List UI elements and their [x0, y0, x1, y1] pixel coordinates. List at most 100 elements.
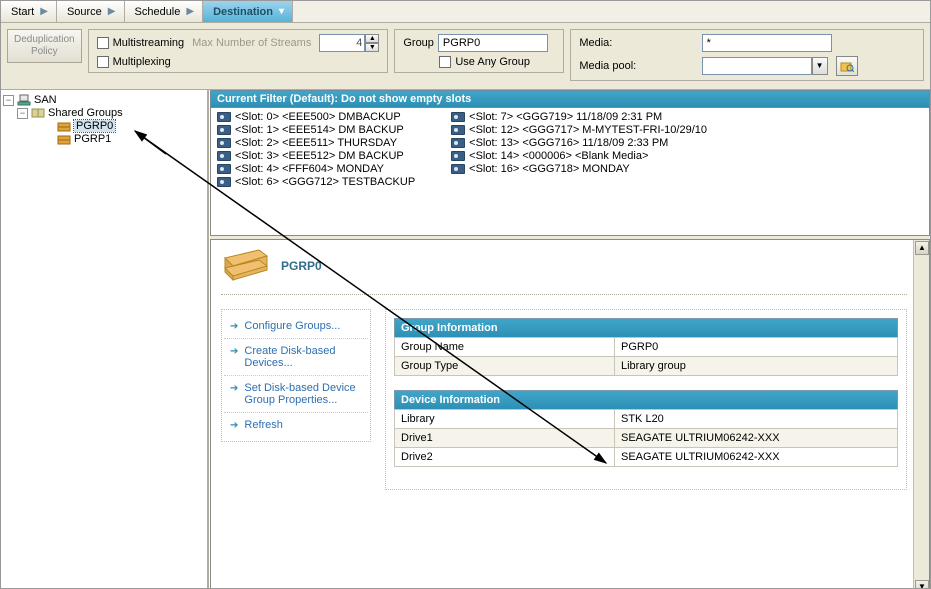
multiplexing-checkbox[interactable]	[97, 56, 109, 68]
folder-search-icon	[840, 59, 854, 73]
slot-item[interactable]: <Slot: 12> <GGG717> M-MYTEST-FRI-10/29/1…	[451, 124, 707, 136]
tape-icon	[217, 151, 231, 161]
table-row: LibrarySTK L20	[395, 410, 898, 429]
media-label: Media:	[579, 37, 693, 49]
collapse-icon[interactable]: −	[3, 95, 14, 106]
app-window: Start ▶ Source▶ Schedule ▶ Destination▾ De…	[0, 0, 931, 589]
button-label: Policy	[14, 46, 75, 58]
device-info-table: LibrarySTK L20 Drive1SEAGATE ULTRIUM0624…	[394, 409, 898, 467]
spin-up-icon[interactable]: ▲	[365, 34, 379, 43]
tape-icon	[217, 138, 231, 148]
slot-item[interactable]: <Slot: 0> <EEE500> DMBACKUP	[217, 111, 415, 123]
body-split: − SAN − Shared Groups PGRP0 PGRP1 Curren…	[1, 90, 930, 589]
link-label: Configure Groups...	[244, 320, 340, 332]
group-info-header: Group Information	[394, 318, 898, 337]
spin-down-icon[interactable]: ▼	[365, 43, 379, 52]
wizard-tabs: Start ▶ Source▶ Schedule ▶ Destination▾	[1, 1, 930, 23]
toolbar: Deduplication Policy Multistreaming Max …	[1, 23, 930, 90]
slot-item[interactable]: <Slot: 2> <EEE511> THURSDAY	[217, 137, 415, 149]
slot-item[interactable]: <Slot: 16> <GGG718> MONDAY	[451, 163, 707, 175]
action-refresh[interactable]: ➔Refresh	[224, 415, 368, 435]
info-tables: Group Information Group NamePGRP0 Group …	[385, 309, 907, 490]
action-configure-groups[interactable]: ➔Configure Groups...	[224, 316, 368, 336]
device-tree[interactable]: − SAN − Shared Groups PGRP0 PGRP1	[1, 90, 209, 589]
slot-item[interactable]: <Slot: 7> <GGG719> 11/18/09 2:31 PM	[451, 111, 707, 123]
slot-label: <Slot: 1> <EEE514> DM BACKUP	[235, 124, 404, 136]
filter-title-rest: Do not show empty slots	[338, 93, 471, 105]
detail-title: PGRP0	[281, 259, 322, 273]
slot-label: <Slot: 3> <EEE512> DM BACKUP	[235, 150, 404, 162]
deduplication-policy-button[interactable]: Deduplication Policy	[7, 29, 82, 63]
tape-icon	[451, 151, 465, 161]
drive-group-icon	[57, 120, 71, 132]
tree-node-shared-groups[interactable]: − Shared Groups	[3, 107, 205, 120]
slot-label: <Slot: 13> <GGG716> 11/18/09 2:33 PM	[469, 137, 668, 149]
tree-label: Shared Groups	[48, 107, 123, 119]
arrow-right-icon: ➔	[230, 346, 238, 357]
slot-label: <Slot: 7> <GGG719> 11/18/09 2:31 PM	[469, 111, 662, 123]
cell-label: Drive2	[395, 448, 615, 467]
mediapool-select[interactable]: ▼	[702, 57, 828, 75]
slot-item[interactable]: <Slot: 3> <EEE512> DM BACKUP	[217, 150, 415, 162]
slot-label: <Slot: 16> <GGG718> MONDAY	[469, 163, 630, 175]
table-row: Group NamePGRP0	[395, 338, 898, 357]
tab-label: Destination	[213, 6, 273, 18]
tree-node-pgrp0[interactable]: PGRP0	[3, 120, 205, 133]
slot-label: <Slot: 12> <GGG717> M-MYTEST-FRI-10/29/1…	[469, 124, 707, 136]
slot-item[interactable]: <Slot: 4> <FFF604> MONDAY	[217, 163, 415, 175]
media-input[interactable]	[702, 34, 832, 52]
drive-group-icon	[57, 133, 71, 145]
multistreaming-checkbox[interactable]	[97, 37, 109, 49]
tab-label: Start	[11, 6, 34, 18]
action-create-disk-devices[interactable]: ➔ Create Disk-based Devices...	[224, 341, 368, 373]
divider	[221, 294, 907, 295]
filter-bar: Current Filter (Default): Do not show em…	[210, 90, 930, 108]
scroll-down-icon[interactable]: ▼	[915, 580, 929, 589]
tape-icon	[217, 125, 231, 135]
group-input[interactable]	[438, 34, 548, 52]
slot-item[interactable]: <Slot: 1> <EEE514> DM BACKUP	[217, 124, 415, 136]
slot-list[interactable]: <Slot: 0> <EEE500> DMBACKUP<Slot: 1> <EE…	[210, 108, 930, 236]
cell-label: Group Type	[395, 357, 615, 376]
tree-node-san[interactable]: − SAN	[3, 94, 205, 107]
slot-label: <Slot: 0> <EEE500> DMBACKUP	[235, 111, 401, 123]
tape-icon	[451, 164, 465, 174]
tape-icon	[451, 138, 465, 148]
link-label: Set Disk-based Device Group Properties..…	[244, 382, 362, 406]
tape-icon	[451, 125, 465, 135]
mediapool-input[interactable]	[702, 57, 812, 75]
slot-item[interactable]: <Slot: 14> <000006> <Blank Media>	[451, 150, 707, 162]
chevron-right-icon: ▶	[186, 6, 194, 17]
slot-label: <Slot: 4> <FFF604> MONDAY	[235, 163, 384, 175]
max-streams-input[interactable]	[319, 34, 365, 52]
chevron-right-icon: ▶	[40, 6, 48, 17]
use-any-group-checkbox[interactable]	[439, 56, 451, 68]
tree-node-pgrp1[interactable]: PGRP1	[3, 133, 205, 146]
tab-schedule[interactable]: Schedule ▶	[125, 1, 204, 22]
group-info-table: Group NamePGRP0 Group TypeLibrary group	[394, 337, 898, 376]
table-row: Drive1SEAGATE ULTRIUM06242-XXX	[395, 429, 898, 448]
max-streams-stepper[interactable]: ▲ ▼	[319, 34, 379, 52]
tab-source[interactable]: Source▶	[57, 1, 125, 22]
cell-value: Library group	[615, 357, 898, 376]
mediapool-browse-button[interactable]	[836, 56, 858, 76]
tree-label: PGRP0	[74, 120, 115, 132]
tab-destination[interactable]: Destination▾	[203, 1, 293, 22]
dropdown-icon[interactable]: ▼	[812, 57, 828, 75]
link-label: Create Disk-based Devices...	[244, 345, 362, 369]
detail-header: PGRP0	[221, 248, 907, 284]
collapse-icon[interactable]: −	[17, 108, 28, 119]
scroll-up-icon[interactable]: ▲	[915, 241, 929, 255]
right-pane: Current Filter (Default): Do not show em…	[209, 90, 930, 589]
tab-label: Schedule	[135, 6, 181, 18]
cell-label: Group Name	[395, 338, 615, 357]
table-row: Drive2SEAGATE ULTRIUM06242-XXX	[395, 448, 898, 467]
action-set-disk-group-props[interactable]: ➔Set Disk-based Device Group Properties.…	[224, 378, 368, 410]
tab-start[interactable]: Start ▶	[1, 1, 57, 22]
slot-item[interactable]: <Slot: 6> <GGG712> TESTBACKUP	[217, 176, 415, 188]
slot-item[interactable]: <Slot: 13> <GGG716> 11/18/09 2:33 PM	[451, 137, 707, 149]
cell-label: Library	[395, 410, 615, 429]
detail-pane: ▲ ▼ PGRP0	[210, 239, 930, 589]
scrollbar[interactable]: ▲ ▼	[913, 240, 929, 589]
cell-value: PGRP0	[615, 338, 898, 357]
